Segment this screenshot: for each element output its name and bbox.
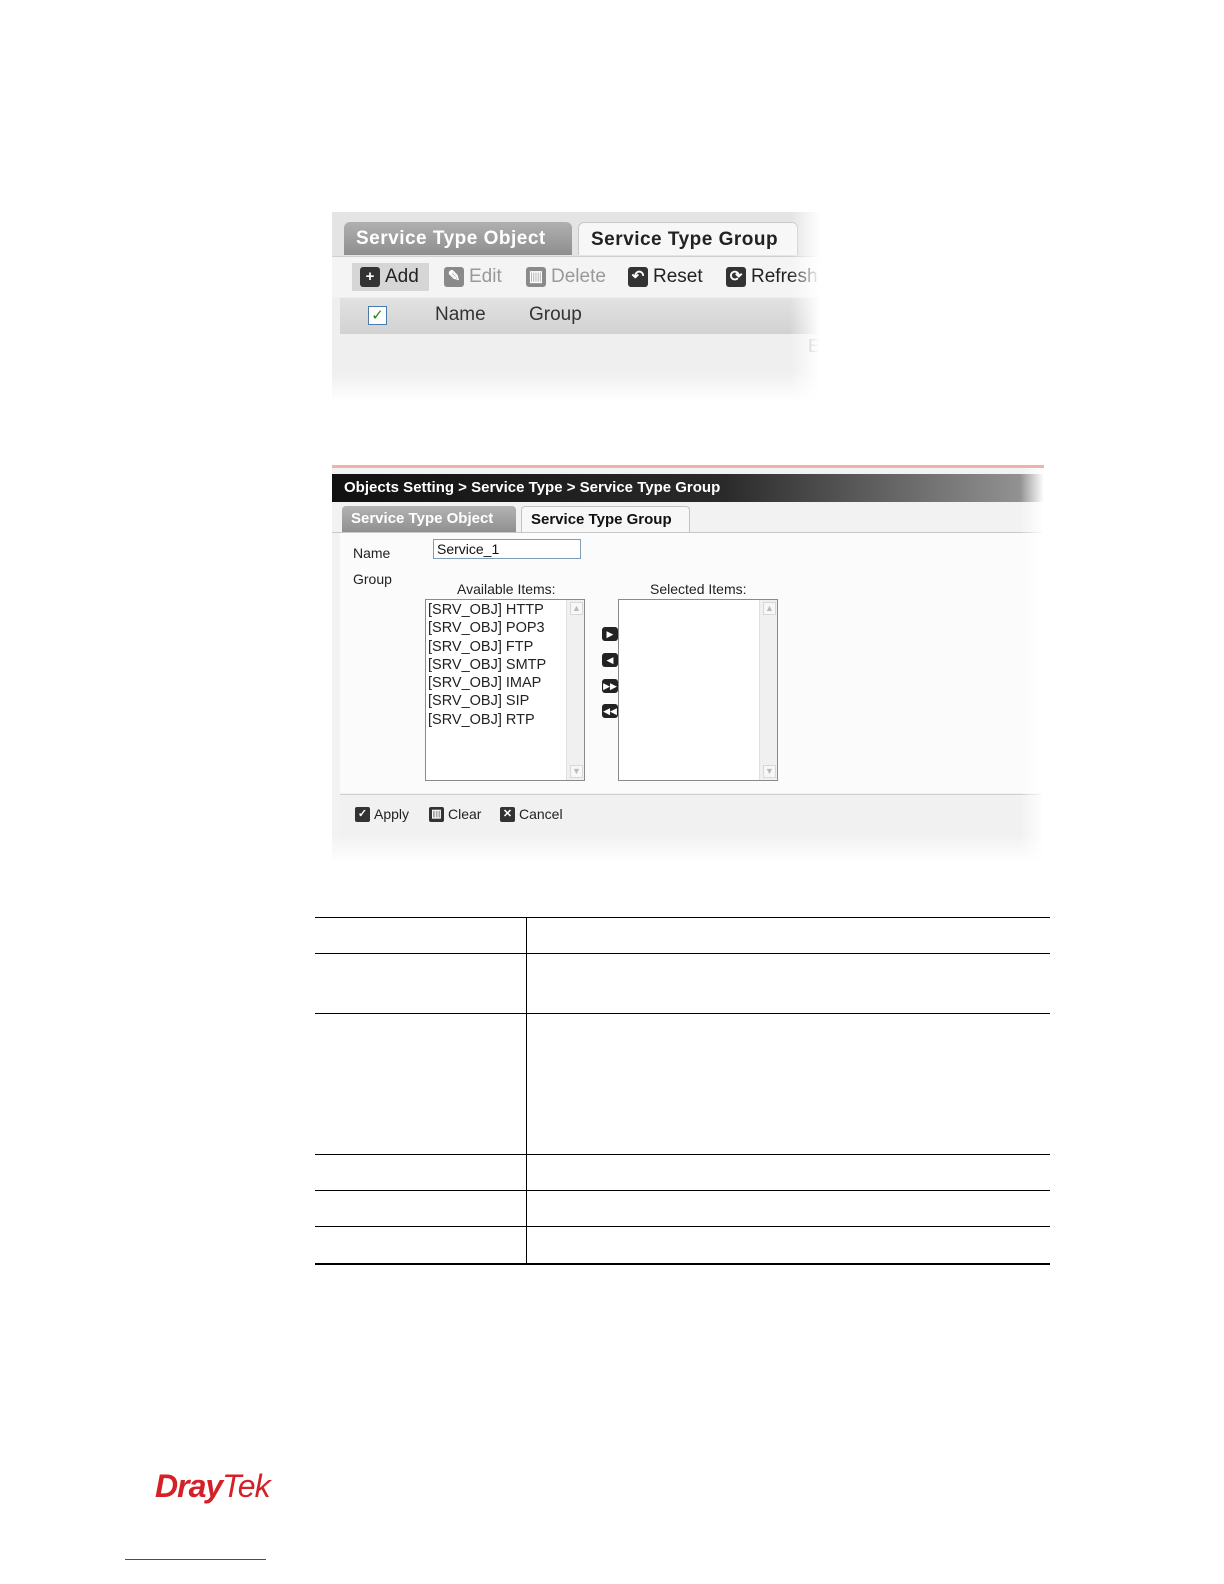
tab-service-type-group[interactable]: Service Type Group: [521, 506, 690, 532]
selected-items-label: Selected Items:: [650, 581, 747, 597]
toolbar: + Add ✎ Edit ▥ Delete ↶ Reset ⟳ Refresh: [332, 257, 820, 297]
plus-icon: +: [360, 267, 380, 287]
service-type-group-edit-screenshot: Objects Setting > Service Type > Service…: [332, 465, 1044, 863]
scroll-down-icon[interactable]: ▼: [570, 765, 583, 778]
list-item[interactable]: [SRV_OBJ] POP3: [428, 619, 584, 637]
edit-button[interactable]: ✎ Edit: [444, 263, 502, 291]
name-input[interactable]: [433, 539, 581, 559]
available-items-list: [SRV_OBJ] HTTP [SRV_OBJ] POP3 [SRV_OBJ] FT…: [426, 600, 584, 729]
clear-button[interactable]: ▥ Clear: [429, 806, 481, 822]
table-row-line: [315, 1226, 1050, 1227]
pencil-icon: ✎: [444, 267, 464, 287]
clear-label: Clear: [448, 806, 482, 822]
move-left-icon[interactable]: ◀: [602, 653, 618, 667]
move-right-icon[interactable]: ▶: [602, 627, 618, 641]
available-items-label: Available Items:: [457, 581, 556, 597]
list-item[interactable]: [SRV_OBJ] SIP: [428, 692, 584, 710]
table-row-line: [315, 1190, 1050, 1191]
checkmark-icon: ✓: [355, 806, 370, 822]
refresh-icon: ⟳: [726, 267, 746, 287]
tab-service-type-object[interactable]: Service Type Object: [344, 222, 572, 255]
list-item[interactable]: [SRV_OBJ] FTP: [428, 638, 584, 656]
apply-label: Apply: [374, 806, 410, 822]
move-all-right-icon[interactable]: ▶▶: [602, 679, 618, 693]
trash-icon: ▥: [429, 806, 444, 822]
table-row-line: [315, 1013, 1050, 1014]
cancel-label: Cancel: [519, 806, 563, 822]
add-label: Add: [385, 266, 419, 287]
reset-label: Reset: [653, 266, 703, 287]
reset-arrow-icon: ↶: [628, 267, 648, 287]
list-item[interactable]: [SRV_OBJ] HTTP: [428, 601, 584, 619]
logo-dray: Dray: [155, 1468, 223, 1504]
delete-label: Delete: [551, 266, 606, 287]
edit-label: Edit: [469, 266, 502, 287]
select-all-checkbox[interactable]: ✓: [368, 306, 387, 325]
list-item[interactable]: [SRV_OBJ] IMAP: [428, 674, 584, 692]
trash-icon: ▥: [526, 267, 546, 287]
tab-bar: Service Type Object Service Type Group: [332, 504, 1044, 533]
table-column-divider: [526, 917, 527, 1263]
table-header: ✓ Name Group: [340, 298, 820, 334]
scroll-up-icon[interactable]: ▲: [570, 602, 583, 615]
fade-edge-bottom: [332, 372, 820, 402]
draytek-logo: DrayTek: [155, 1468, 271, 1505]
list-item[interactable]: [SRV_OBJ] SMTP: [428, 656, 584, 674]
move-all-left-icon[interactable]: ◀◀: [602, 704, 618, 718]
table-row-line: [315, 1154, 1050, 1155]
apply-button[interactable]: ✓ Apply: [355, 806, 409, 822]
fade-edge-bottom: [332, 835, 1044, 863]
group-label: Group: [353, 571, 392, 587]
table-row-line: [315, 953, 1050, 954]
service-type-group-list-screenshot: Service Type Object Service Type Group +…: [332, 212, 820, 402]
delete-button[interactable]: ▥ Delete: [526, 263, 606, 291]
name-label: Name: [353, 545, 391, 561]
reset-button[interactable]: ↶ Reset: [628, 263, 703, 291]
table-row-line: [315, 917, 1050, 918]
selected-scrollbar[interactable]: ▲ ▼: [759, 600, 777, 780]
breadcrumb: Objects Setting > Service Type > Service…: [332, 474, 1044, 502]
scroll-down-icon[interactable]: ▼: [763, 765, 776, 778]
available-scrollbar[interactable]: ▲ ▼: [566, 600, 584, 780]
column-header-group[interactable]: Group: [529, 304, 582, 326]
fade-edge-right: [1020, 468, 1044, 863]
tab-service-type-group[interactable]: Service Type Group: [578, 222, 798, 255]
close-icon: ✕: [500, 806, 515, 822]
selected-items-listbox[interactable]: ▲ ▼: [618, 599, 778, 781]
add-button[interactable]: + Add: [352, 263, 429, 291]
column-header-name[interactable]: Name: [435, 304, 486, 326]
description-table: [315, 917, 1050, 1265]
cancel-button[interactable]: ✕ Cancel: [500, 806, 563, 822]
table-bottom-border: [315, 1263, 1050, 1265]
available-items-listbox[interactable]: [SRV_OBJ] HTTP [SRV_OBJ] POP3 [SRV_OBJ] FT…: [425, 599, 585, 781]
form-panel: Name Group Available Items: Selected Ite…: [340, 533, 1044, 793]
selected-items-list: [619, 600, 777, 601]
tab-service-type-object[interactable]: Service Type Object: [342, 506, 516, 532]
scroll-up-icon[interactable]: ▲: [763, 602, 776, 615]
tab-bar: Service Type Object Service Type Group: [332, 212, 820, 257]
footer-divider: [125, 1559, 266, 1560]
list-item[interactable]: [SRV_OBJ] RTP: [428, 711, 584, 729]
logo-tek: Tek: [222, 1468, 270, 1504]
